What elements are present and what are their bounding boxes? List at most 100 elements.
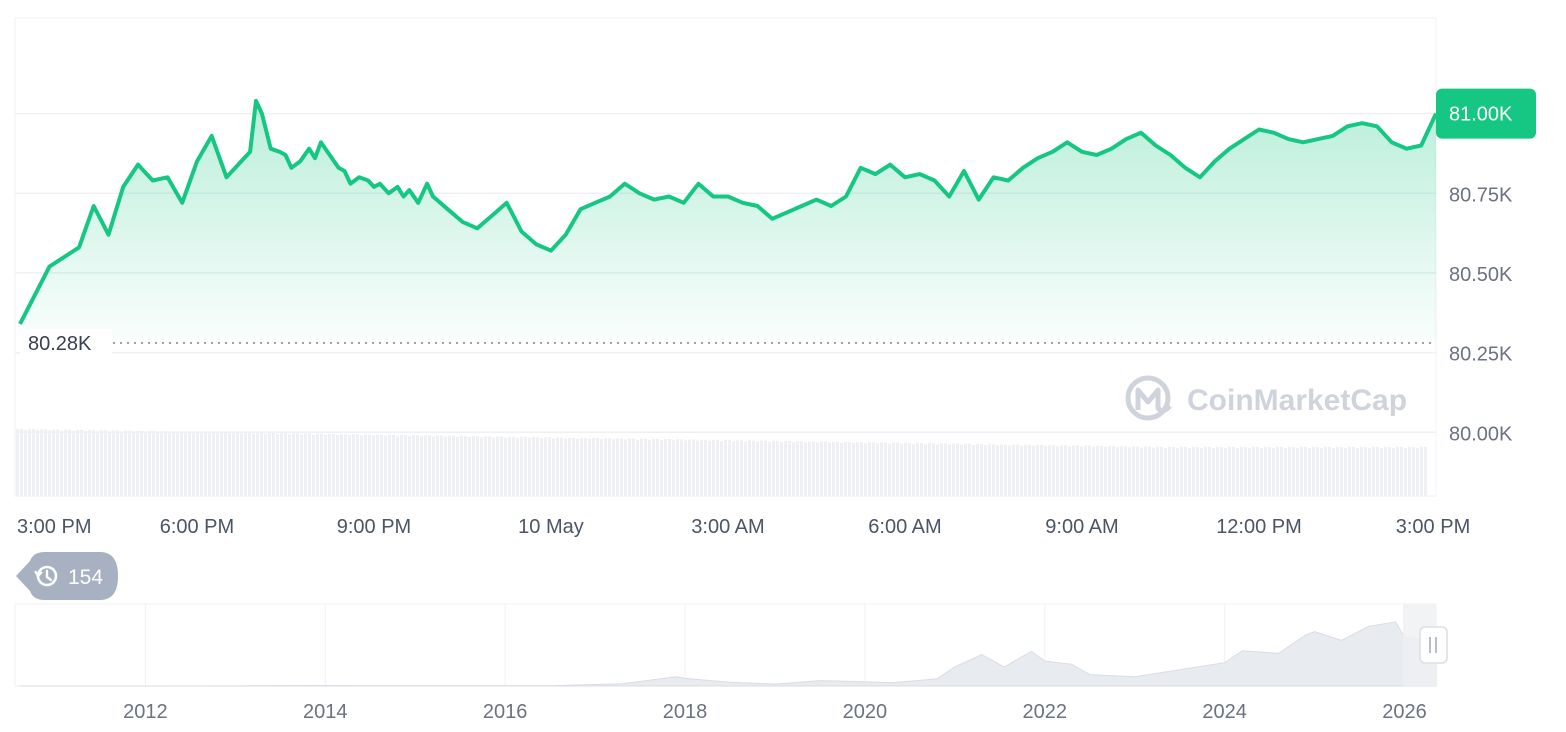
volume-bar (1104, 446, 1107, 496)
volume-bar (392, 434, 395, 496)
volume-bar (268, 432, 271, 496)
volume-bar (1204, 447, 1207, 496)
volume-bar (860, 442, 863, 496)
volume-bar (272, 432, 275, 496)
volume-bars (16, 429, 1427, 496)
volume-bar (1216, 447, 1219, 496)
price-chart[interactable]: CoinMarketCap 80.28K 80.00K80.25K80.50K8… (0, 0, 1566, 732)
volume-bar (1076, 445, 1079, 496)
volume-bar (664, 439, 667, 496)
volume-bar (932, 443, 935, 496)
volume-bar (312, 434, 315, 496)
volume-bar (900, 443, 903, 496)
volume-bar (1256, 447, 1259, 496)
volume-bar (1004, 444, 1007, 496)
volume-bar (316, 433, 319, 496)
y-tick-label: 80.25K (1449, 344, 1513, 366)
volume-bar (228, 433, 231, 496)
volume-bar (1048, 445, 1051, 496)
volume-bar (1200, 448, 1203, 496)
volume-bar (512, 436, 515, 496)
volume-bar (960, 444, 963, 496)
volume-bar (524, 436, 527, 496)
volume-bar (1192, 447, 1195, 496)
volume-bar (1152, 447, 1155, 496)
volume-bar (16, 429, 19, 496)
volume-bar (692, 439, 695, 496)
volume-bar (532, 437, 535, 496)
volume-bar (1336, 447, 1339, 496)
volume-bar (112, 430, 115, 496)
volume-bar (472, 436, 475, 496)
volume-bar (828, 442, 831, 496)
volume-bar (1368, 448, 1371, 496)
volume-bar (940, 443, 943, 496)
history-badge[interactable]: 154 (16, 552, 118, 600)
volume-bar (284, 433, 287, 496)
volume-bar (1372, 447, 1375, 496)
volume-bar (520, 436, 523, 496)
volume-bar (616, 438, 619, 496)
navigator-tick-label: 2012 (123, 701, 168, 723)
volume-bar (808, 441, 811, 496)
volume-bar (240, 433, 243, 496)
volume-bar (708, 440, 711, 496)
volume-bar (936, 444, 939, 496)
volume-bar (204, 432, 207, 496)
volume-bar (404, 435, 407, 496)
volume-bar (1276, 447, 1279, 496)
volume-bar (308, 433, 311, 496)
volume-bar (656, 438, 659, 496)
volume-bar (192, 432, 195, 496)
volume-bar (1064, 445, 1067, 496)
navigator-handle[interactable] (1419, 626, 1448, 664)
volume-bar (916, 443, 919, 496)
volume-bar (1220, 447, 1223, 496)
volume-bar (832, 441, 835, 496)
volume-bar (184, 431, 187, 496)
volume-bar (88, 430, 91, 496)
volume-bar (1008, 445, 1011, 496)
volume-bar (904, 442, 907, 496)
open-price-label: 80.28K (20, 329, 112, 358)
navigator-tick-label: 2014 (303, 701, 348, 723)
volume-bar (772, 440, 775, 496)
navigator[interactable]: 2012 2014 2016 2018 2020 2022 2024 2026 (14, 603, 1448, 723)
volume-bar (1312, 447, 1315, 496)
volume-bar (672, 440, 675, 496)
volume-bar (428, 435, 431, 496)
volume-bar (800, 441, 803, 496)
volume-bar (812, 441, 815, 496)
coinmarketcap-logo-icon (1125, 375, 1172, 421)
volume-bar (224, 432, 227, 496)
navigator-area (19, 621, 1437, 687)
volume-bar (1292, 447, 1295, 496)
volume-bar (1116, 447, 1119, 496)
volume-bar (668, 439, 671, 496)
volume-bar (136, 430, 139, 496)
volume-bar (676, 439, 679, 496)
volume-bar (1224, 448, 1227, 496)
volume-bar (516, 437, 519, 496)
volume-bar (20, 429, 23, 496)
volume-bar (64, 429, 67, 496)
volume-bar (252, 433, 255, 496)
volume-bar (604, 438, 607, 496)
y-axis: 80.00K 80.25K 80.50K 80.75K 81.00K (1449, 105, 1513, 446)
volume-bar (848, 441, 851, 496)
current-price-text: 81.00K (1449, 104, 1513, 126)
volume-bar (700, 439, 703, 496)
volume-bar (1092, 446, 1095, 496)
volume-bar (48, 430, 51, 496)
volume-bar (132, 431, 135, 496)
volume-bar (1380, 448, 1383, 496)
volume-bar (124, 430, 127, 496)
volume-bar (1396, 447, 1399, 496)
volume-bar (968, 443, 971, 496)
volume-bar (44, 429, 47, 496)
volume-bar (1060, 445, 1063, 496)
volume-bar (508, 436, 511, 496)
volume-bar (292, 433, 295, 496)
volume-bar (452, 435, 455, 496)
volume-bar (712, 439, 715, 496)
